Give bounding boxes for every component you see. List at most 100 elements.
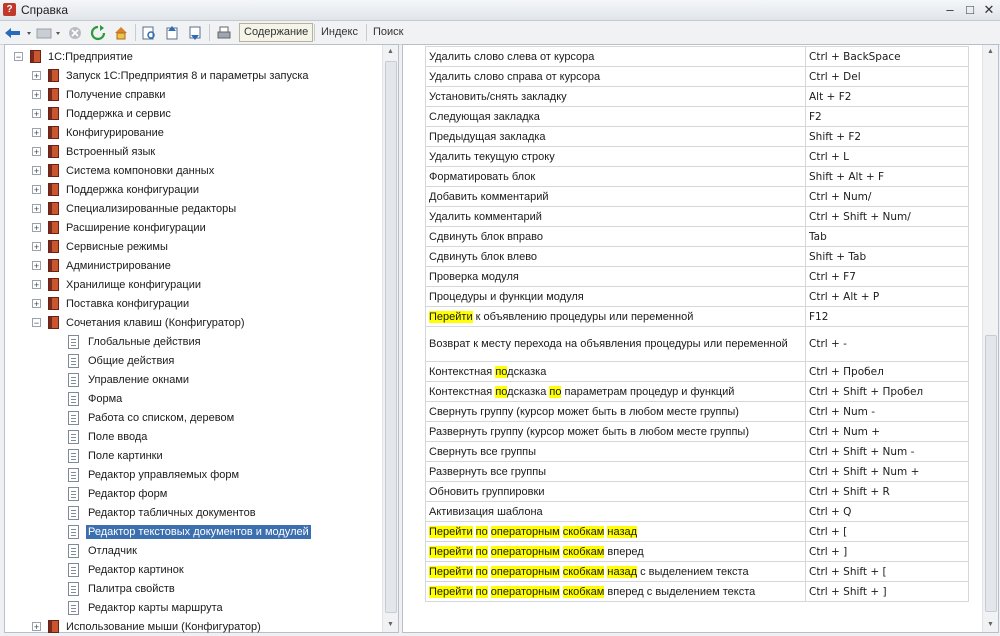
tree-item-label[interactable]: Управление окнами xyxy=(86,373,191,387)
tree-item-label[interactable]: Поддержка конфигурации xyxy=(64,183,201,197)
tree-item-label[interactable]: Палитра свойств xyxy=(86,582,177,596)
tree-item-label[interactable]: Редактор картинок xyxy=(86,563,186,577)
tree-item-label[interactable]: Отладчик xyxy=(86,544,139,558)
tree-item-label[interactable]: Администрирование xyxy=(64,259,173,273)
expand-toggle-icon[interactable]: + xyxy=(32,622,41,632)
sync-button[interactable] xyxy=(140,23,158,42)
tree-root-node[interactable]: − 1С:Предприятие xyxy=(14,47,135,66)
tree-page-node[interactable]: Общие действия xyxy=(52,351,176,370)
tree-topic-node[interactable]: + Поддержка конфигурации xyxy=(32,180,201,199)
expand-toggle-icon[interactable]: + xyxy=(32,299,41,309)
tree-topic-node[interactable]: + Получение справки xyxy=(32,85,167,104)
forward-button[interactable] xyxy=(35,23,65,42)
tree-page-node[interactable]: Редактор управляемых форм xyxy=(52,465,241,484)
print-button[interactable] xyxy=(214,23,234,42)
tree-item-label[interactable]: 1С:Предприятие xyxy=(46,50,135,64)
scroll-up-arrow-icon[interactable]: ▲ xyxy=(983,45,998,59)
tree-topic-node[interactable]: + Система компоновки данных xyxy=(32,161,216,180)
content-scrollbar[interactable]: ▲ ▼ xyxy=(982,45,998,632)
tree-item-label[interactable]: Работа со списком, деревом xyxy=(86,411,236,425)
expand-toggle-icon[interactable]: + xyxy=(32,223,41,233)
tree-page-node[interactable]: Отладчик xyxy=(52,541,139,560)
tree-item-label[interactable]: Запуск 1С:Предприятия 8 и параметры запу… xyxy=(64,69,311,83)
tree-item-label[interactable]: Получение справки xyxy=(64,88,167,102)
tree-item-label[interactable]: Общие действия xyxy=(86,354,176,368)
tree-item-label[interactable]: Редактор управляемых форм xyxy=(86,468,241,482)
tree-topic-node[interactable]: + Администрирование xyxy=(32,256,173,275)
tab-index[interactable]: Индекс xyxy=(317,23,362,42)
tree-item-label[interactable]: Редактор табличных документов xyxy=(86,506,258,520)
tab-search[interactable]: Поиск xyxy=(369,23,407,42)
tree-page-node[interactable]: Редактор текстовых документов и модулей xyxy=(52,522,311,541)
tree-topic-node[interactable]: + Хранилище конфигурации xyxy=(32,275,203,294)
tree-item-label[interactable]: Форма xyxy=(86,392,124,406)
tree-page-node[interactable]: Глобальные действия xyxy=(52,332,203,351)
tab-contents[interactable]: Содержание xyxy=(239,23,314,42)
tree-page-node[interactable]: Форма xyxy=(52,389,124,408)
tree-topic-node[interactable]: + Специализированные редакторы xyxy=(32,199,238,218)
tree-item-label[interactable]: Расширение конфигурации xyxy=(64,221,208,235)
tree-topic-node[interactable]: + Конфигурирование xyxy=(32,123,166,142)
next-topic-button[interactable] xyxy=(186,23,204,42)
expand-toggle-icon[interactable]: + xyxy=(32,280,41,290)
tree-item-label[interactable]: Редактор карты маршрута xyxy=(86,601,225,615)
expand-toggle-icon[interactable]: + xyxy=(32,71,41,81)
tree-item-label[interactable]: Система компоновки данных xyxy=(64,164,216,178)
scroll-up-arrow-icon[interactable]: ▲ xyxy=(383,45,398,59)
tree-item-label[interactable]: Использование мыши (Конфигуратор) xyxy=(64,620,263,634)
home-button[interactable] xyxy=(112,23,130,42)
collapse-toggle-icon[interactable]: − xyxy=(32,318,41,328)
tree-item-label[interactable]: Поле ввода xyxy=(86,430,149,444)
tree-item-label[interactable]: Сочетания клавиш (Конфигуратор) xyxy=(64,316,247,330)
maximize-button[interactable]: □ xyxy=(961,2,979,17)
tree-topic-node[interactable]: + Запуск 1С:Предприятия 8 и параметры зап… xyxy=(32,66,311,85)
expand-toggle-icon[interactable]: + xyxy=(32,204,41,214)
tree-topic-node[interactable]: + Поддержка и сервис xyxy=(32,104,173,123)
tree-item-label[interactable]: Конфигурирование xyxy=(64,126,166,140)
tree-scrollbar[interactable]: ▲ ▼ xyxy=(382,45,398,632)
tree-page-node[interactable]: Редактор форм xyxy=(52,484,169,503)
tree-topic-node[interactable]: + Расширение конфигурации xyxy=(32,218,208,237)
tree-item-label[interactable]: Специализированные редакторы xyxy=(64,202,238,216)
content-scroll-thumb[interactable] xyxy=(985,335,997,612)
expand-toggle-icon[interactable]: + xyxy=(32,147,41,157)
expand-toggle-icon[interactable]: + xyxy=(32,185,41,195)
tree-item-label[interactable]: Редактор форм xyxy=(86,487,169,501)
tree-item-label[interactable]: Сервисные режимы xyxy=(64,240,170,254)
scroll-down-arrow-icon[interactable]: ▼ xyxy=(383,618,398,632)
tree-item-label[interactable]: Поддержка и сервис xyxy=(64,107,173,121)
expand-toggle-icon[interactable]: + xyxy=(32,261,41,271)
stop-button[interactable] xyxy=(66,23,84,42)
expand-toggle-icon[interactable]: + xyxy=(32,128,41,138)
tree-page-node[interactable]: Редактор карты маршрута xyxy=(52,598,225,617)
previous-topic-button[interactable] xyxy=(163,23,181,42)
expand-toggle-icon[interactable]: + xyxy=(32,90,41,100)
tree-page-node[interactable]: Поле картинки xyxy=(52,446,165,465)
tree-topic-node[interactable]: + Использование мыши (Конфигуратор) xyxy=(32,617,263,636)
tree-item-label[interactable]: Редактор текстовых документов и модулей xyxy=(86,524,311,539)
back-button[interactable] xyxy=(3,23,33,42)
tree-topic-node-expanded[interactable]: − Сочетания клавиш (Конфигуратор) xyxy=(32,313,247,332)
tree-topic-node[interactable]: + Сервисные режимы xyxy=(32,237,170,256)
tree-topic-node[interactable]: + Поставка конфигурации xyxy=(32,294,191,313)
tree-item-label[interactable]: Поле картинки xyxy=(86,449,165,463)
tree-page-node[interactable]: Работа со списком, деревом xyxy=(52,408,236,427)
tree-page-node[interactable]: Палитра свойств xyxy=(52,579,177,598)
tree-page-node[interactable]: Поле ввода xyxy=(52,427,149,446)
tree-item-label[interactable]: Глобальные действия xyxy=(86,335,203,349)
tree-page-node[interactable]: Редактор картинок xyxy=(52,560,186,579)
minimize-button[interactable]: – xyxy=(941,2,959,17)
refresh-button[interactable] xyxy=(89,23,107,42)
tree-page-node[interactable]: Управление окнами xyxy=(52,370,191,389)
close-button[interactable]: ✕ xyxy=(980,2,998,17)
collapse-toggle-icon[interactable]: − xyxy=(14,52,23,62)
expand-toggle-icon[interactable]: + xyxy=(32,109,41,119)
expand-toggle-icon[interactable]: + xyxy=(32,242,41,252)
expand-toggle-icon[interactable]: + xyxy=(32,166,41,176)
scroll-down-arrow-icon[interactable]: ▼ xyxy=(983,618,998,632)
tree-page-node[interactable]: Редактор табличных документов xyxy=(52,503,258,522)
tree-topic-node[interactable]: + Встроенный язык xyxy=(32,142,157,161)
tree-item-label[interactable]: Поставка конфигурации xyxy=(64,297,191,311)
tree-item-label[interactable]: Встроенный язык xyxy=(64,145,157,159)
tree-scroll-thumb[interactable] xyxy=(385,61,397,613)
